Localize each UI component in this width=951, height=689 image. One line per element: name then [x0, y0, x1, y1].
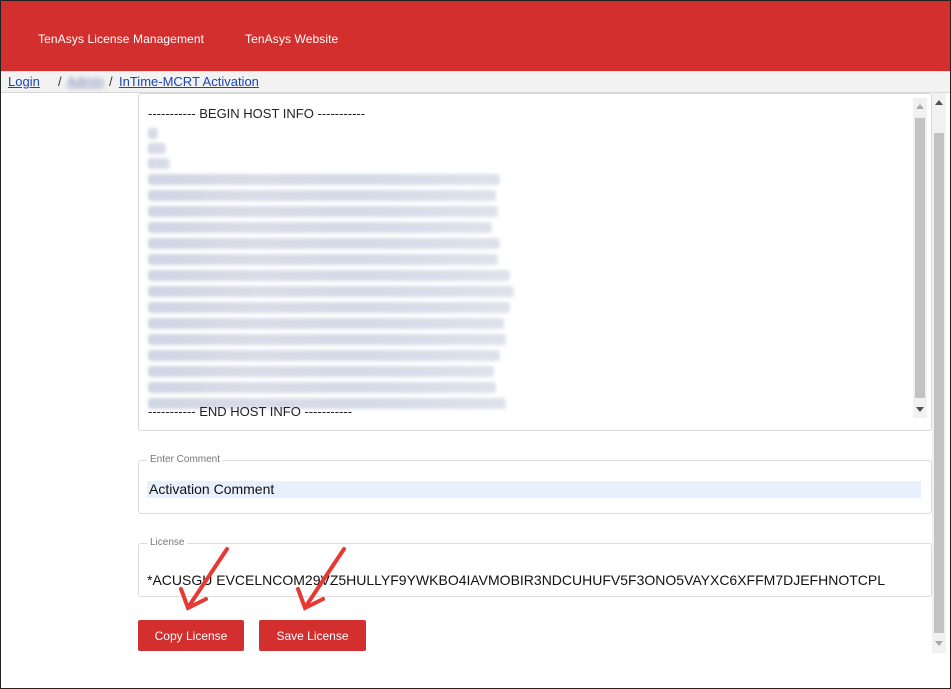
breadcrumb-activation-link[interactable]: InTime-MCRT Activation — [119, 74, 259, 89]
host-info-redacted-line — [148, 382, 496, 393]
breadcrumb-admin-link[interactable]: Admin — [67, 74, 104, 89]
host-info-redacted-line — [148, 190, 496, 201]
comment-input[interactable]: Activation Comment — [147, 481, 921, 498]
license-legend: License — [147, 537, 188, 548]
host-info-begin-marker: ----------- BEGIN HOST INFO ----------- — [148, 106, 366, 121]
host-info-scrollbar[interactable] — [913, 98, 927, 418]
host-info-redacted-line — [148, 350, 500, 361]
comment-legend: Enter Comment — [147, 454, 224, 465]
page-scrollbar[interactable] — [932, 93, 946, 653]
breadcrumb-login-link[interactable]: Login — [8, 74, 40, 89]
scroll-up-icon[interactable] — [935, 100, 943, 105]
breadcrumb: Login / Admin / InTime-MCRT Activation — [1, 71, 950, 93]
breadcrumb-separator: / — [58, 74, 62, 89]
host-info-redacted-line — [148, 366, 494, 377]
host-info-redacted-line — [148, 270, 510, 281]
host-info-redacted-line — [148, 143, 166, 154]
host-info-redacted-line — [148, 158, 170, 169]
scrollbar-thumb[interactable] — [934, 133, 944, 633]
host-info-redacted-line — [148, 174, 500, 185]
scroll-down-icon[interactable] — [935, 641, 943, 646]
browser-frame: TenAsys License Management TenAsys Websi… — [0, 0, 951, 689]
top-nav-bar: TenAsys License Management TenAsys Websi… — [1, 1, 950, 71]
license-key-field[interactable]: *ACUSGU EVCELNCOM29VZ5HULLYF9YWKBO4IAVMO… — [147, 570, 923, 590]
host-info-redacted-line — [148, 238, 500, 249]
host-info-redacted-line — [148, 334, 506, 345]
host-info-redacted-line — [148, 302, 510, 313]
copy-license-button[interactable]: Copy License — [138, 620, 244, 651]
host-info-redacted-line — [148, 254, 498, 265]
scroll-down-icon[interactable] — [916, 407, 924, 412]
comment-fieldset: Enter Comment Activation Comment — [138, 454, 932, 514]
host-info-redacted-line — [148, 318, 504, 329]
host-info-redacted-line — [148, 222, 492, 233]
scrollbar-thumb[interactable] — [915, 118, 925, 398]
scroll-up-icon[interactable] — [916, 104, 924, 109]
nav-license-management-link[interactable]: TenAsys License Management — [38, 32, 204, 46]
license-fieldset: License *ACUSGU EVCELNCOM29VZ5HULLYF9YWK… — [138, 537, 932, 597]
save-license-button[interactable]: Save License — [259, 620, 366, 651]
breadcrumb-separator: / — [109, 74, 113, 89]
host-info-redacted-line — [148, 286, 514, 297]
host-info-end-marker: ----------- END HOST INFO ----------- — [148, 404, 353, 419]
host-info-redacted-line — [148, 128, 158, 139]
host-info-redacted-line — [148, 206, 498, 217]
host-info-textarea[interactable]: ----------- BEGIN HOST INFO ----------- … — [138, 93, 932, 431]
nav-website-link[interactable]: TenAsys Website — [245, 32, 338, 46]
